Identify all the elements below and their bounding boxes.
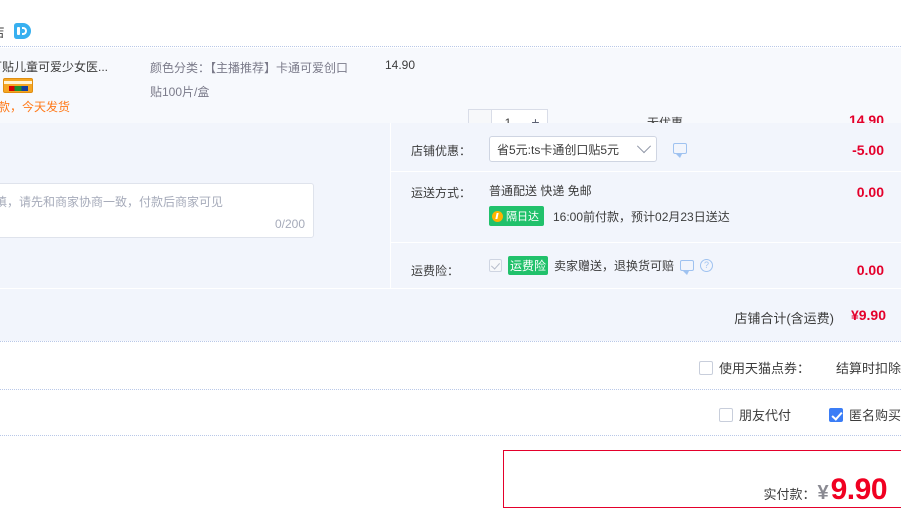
shipping-insurance-row: 运费险： 运费险 卖家赠送，退换货可赔 ? 0.00	[391, 242, 901, 288]
order-item-row: 通创可贴儿童可爱少女医... 前付款，今天发货 颜色分类：【主播推荐】卡通可爱创…	[0, 48, 901, 135]
tmall-coupon-row: 使用天猫点券： 结算时扣除	[0, 343, 901, 390]
product-title[interactable]: 通创可贴儿童可爱少女医...	[0, 58, 156, 75]
anonymous-purchase-checkbox[interactable]	[828, 407, 843, 422]
tmall-coupon-option[interactable]: 使用天猫点券：	[698, 358, 810, 377]
question-mark-icon[interactable]: ?	[700, 259, 714, 272]
anonymous-purchase-label: 匿名购买	[848, 408, 901, 423]
shop-total-band: 店铺合计(含运费) ¥9.90	[0, 289, 901, 341]
checkout-shop-block: 舰店 通创可贴儿童可爱少女医... 前付款，今天发货 颜色分类：【主播推荐】卡通…	[0, 0, 901, 508]
payment-label: 实付款：	[763, 487, 816, 502]
payment-currency: ¥	[817, 482, 829, 504]
shipping-amount: 0.00	[856, 184, 884, 200]
shipping-method-row: 运送方式： 普通配送 快递 免邮 隔日达 16:00前付款，预计02月23日送达…	[391, 171, 901, 242]
chevron-down-icon	[636, 139, 652, 154]
unit-price: 14.90	[384, 58, 416, 72]
shop-discount-row: 店铺优惠： 省5元:ts卡通创口贴5元 -5.00	[391, 123, 901, 171]
shop-name[interactable]: 舰店	[0, 22, 5, 41]
friend-pay-checkbox[interactable]	[718, 407, 733, 422]
shop-discount-select[interactable]: 省5元:ts卡通创口贴5元	[489, 136, 657, 162]
lightning-icon	[492, 210, 503, 222]
shipping-method-label: 运送方式：	[411, 186, 472, 200]
shipping-insurance-checkbox	[489, 259, 502, 272]
order-detail-rows: 店铺优惠： 省5元:ts卡通创口贴5元 -5.00 运送方式： 普通配送 快递 …	[391, 123, 901, 288]
shipping-insurance-tag: 运费险	[508, 256, 549, 275]
total-divider	[0, 341, 901, 342]
shop-total-label: 店铺合计(含运费)	[734, 311, 834, 326]
shipping-insurance-amount: 0.00	[856, 262, 884, 278]
shop-header: 舰店	[0, 16, 901, 46]
shipping-eta-text: 16:00前付款，预计02月23日送达	[553, 209, 730, 224]
payment-amount: 9.90	[830, 473, 888, 506]
options-divider	[0, 435, 901, 436]
tmall-coupon-checkbox[interactable]	[698, 360, 713, 375]
shipping-method-value[interactable]: 普通配送 快递 免邮	[489, 182, 592, 199]
buyer-message-placeholder: 选填，请先和商家协商一致，付款后商家可见	[0, 195, 224, 209]
product-badges	[0, 78, 33, 93]
product-sku: 颜色分类：【主播推荐】卡通可爱创口贴100片/盒	[150, 61, 349, 99]
shop-discount-comment[interactable]	[673, 143, 687, 158]
shop-discount-value: 省5元:ts卡通创口贴5元	[497, 142, 620, 157]
shipping-promise-note: 前付款，今天发货	[0, 100, 71, 114]
purchase-options-row: 朋友代付 匿名购买	[0, 390, 901, 436]
shipping-eta-line: 隔日达 16:00前付款，预计02月23日送达	[489, 206, 730, 226]
comment-bubble-icon[interactable]	[680, 260, 695, 275]
friend-pay-option[interactable]: 朋友代付	[718, 405, 791, 424]
header-divider	[0, 46, 901, 47]
tmall-coupon-note: 结算时扣除	[835, 361, 901, 376]
shipping-insurance-label: 运费险：	[411, 264, 460, 278]
shipping-insurance-option[interactable]: 运费险 卖家赠送，退换货可赔 ?	[489, 256, 714, 275]
buyer-message-area: 选填，请先和商家协商一致，付款后商家可见 0/200	[0, 123, 390, 288]
buyer-message-counter: 0/200	[274, 217, 305, 231]
shop-discount-amount: -5.00	[852, 142, 884, 158]
tmall-coupon-label: 使用天猫点券：	[718, 361, 810, 376]
next-day-badge: 隔日达	[489, 206, 544, 226]
shop-total-value: ¥9.90	[850, 307, 886, 323]
next-day-badge-label: 隔日达	[506, 211, 539, 223]
shipping-insurance-text: 卖家赠送，退换货可赔	[554, 259, 675, 273]
tmall-cat-icon	[14, 23, 32, 39]
buyer-message-input[interactable]: 选填，请先和商家协商一致，付款后商家可见 0/200	[0, 183, 314, 238]
shop-discount-label: 店铺优惠：	[411, 144, 472, 158]
comment-bubble-icon	[673, 143, 687, 158]
friend-pay-label: 朋友代付	[738, 408, 791, 423]
payment-summary-box: 实付款： ¥ 9.90	[503, 450, 901, 508]
anonymous-purchase-option[interactable]: 匿名购买	[828, 405, 901, 424]
installment-card-icon	[3, 78, 33, 93]
